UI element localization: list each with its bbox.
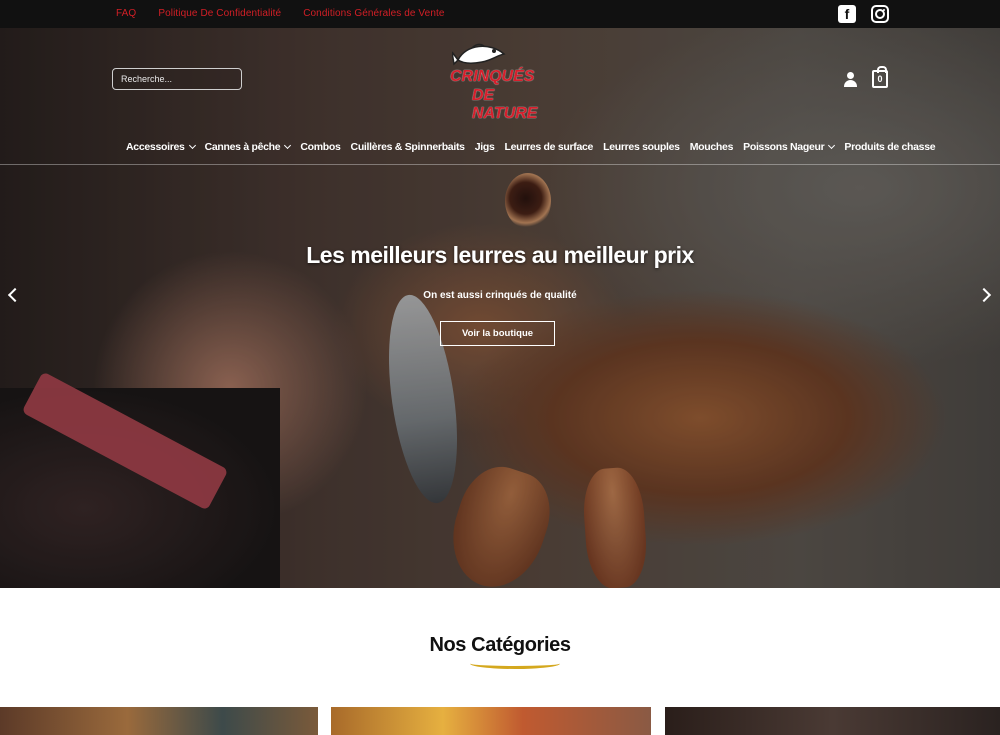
nav-item-jigs[interactable]: Jigs [475, 141, 495, 153]
hero-subtitle: On est aussi crinqués de qualité [423, 290, 577, 301]
nav-item-leurres-de-surface[interactable]: Leurres de surface [505, 141, 594, 153]
privacy-policy-link[interactable]: Politique De Confidentialité [158, 8, 281, 19]
hero-slider: CRINQUÉS DE NATURE 0 Accessoires Cannes … [0, 28, 1000, 588]
chevron-down-icon [828, 141, 836, 150]
title-underline [470, 658, 560, 669]
facebook-icon[interactable]: f [838, 5, 856, 23]
logo-text-line2: DE NATURE [472, 87, 538, 122]
site-logo[interactable]: CRINQUÉS DE NATURE [440, 38, 550, 122]
nav-item-poissons-nageur[interactable]: Poissons Nageur [743, 141, 836, 153]
category-card[interactable] [331, 707, 651, 735]
nav-item-accessoires[interactable]: Accessoires [126, 141, 196, 153]
chevron-down-icon [284, 141, 292, 150]
category-card[interactable] [0, 707, 318, 735]
top-links: FAQ Politique De Confidentialité Conditi… [116, 8, 445, 19]
hero-title: Les meilleurs leurres au meilleur prix [306, 242, 694, 268]
logo-text-line1: CRINQUÉS [450, 68, 535, 85]
cart-icon[interactable]: 0 [872, 66, 888, 88]
top-bar: FAQ Politique De Confidentialité Conditi… [0, 0, 1000, 28]
fish-logo-icon [452, 43, 506, 66]
category-card[interactable] [665, 707, 1000, 735]
terms-link[interactable]: Conditions Générales de Vente [303, 8, 444, 19]
cart-count: 0 [877, 74, 883, 84]
nav-item-combos[interactable]: Combos [300, 141, 341, 153]
instagram-icon[interactable] [871, 5, 889, 23]
nav-item-leurres-souples[interactable]: Leurres souples [603, 141, 680, 153]
nav-divider [0, 164, 1000, 165]
search-input[interactable] [112, 68, 242, 90]
nav-item-produits-de-chasse[interactable]: Produits de chasse [844, 141, 935, 153]
nav-item-cannes-a-peche[interactable]: Cannes à pêche [205, 141, 292, 153]
nav-item-cuilleres-spinnerbaits[interactable]: Cuillères & Spinnerbaits [351, 141, 465, 153]
categories-title: Nos Catégories [429, 634, 571, 656]
shop-button[interactable]: Voir la boutique [440, 321, 555, 346]
chevron-down-icon [188, 141, 196, 150]
user-account-icon[interactable] [843, 72, 859, 88]
faq-link[interactable]: FAQ [116, 8, 136, 19]
nav-item-mouches[interactable]: Mouches [690, 141, 734, 153]
main-nav: Accessoires Cannes à pêche Combos Cuillè… [126, 141, 936, 153]
